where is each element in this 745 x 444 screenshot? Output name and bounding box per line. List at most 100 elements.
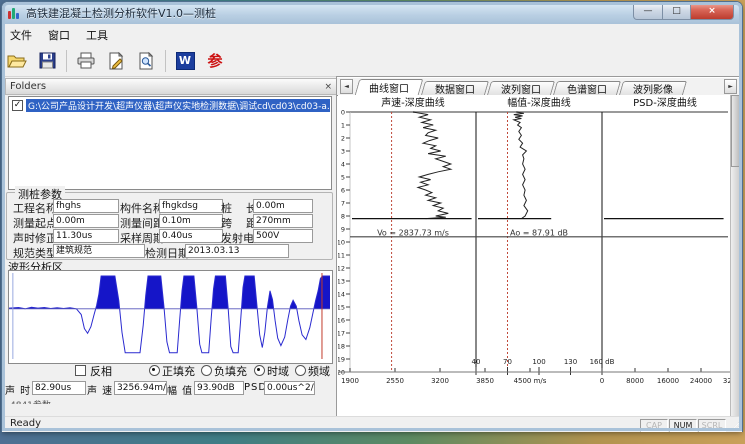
sound-speed-label: 声 速 (87, 382, 113, 397)
sound-time-label: 声 时 (5, 382, 31, 397)
open-file-button[interactable] (3, 48, 31, 74)
tab-label: 曲线窗口 (369, 80, 409, 95)
scrl-indicator: SCRL (698, 419, 726, 432)
tab-wavetrain-window[interactable]: 波列窗口 (489, 81, 553, 95)
svg-text:14: 14 (338, 291, 345, 299)
sound-speed-value[interactable]: 3256.94m/s (114, 381, 167, 395)
toolbar-separator (66, 50, 67, 72)
tab-scroll-right-icon[interactable]: ► (724, 79, 737, 94)
status-text: Ready (10, 418, 41, 429)
tab-scroll-left-icon[interactable]: ◄ (340, 79, 353, 94)
svg-text:100: 100 (532, 358, 545, 366)
file-path-label: G:\公司产品设计开发\超声仪器\超声仪实地检测数据\调试cd\cd03\cd0… (26, 99, 330, 112)
save-button[interactable] (33, 48, 61, 74)
scrollbar-thumb[interactable] (731, 95, 741, 167)
file-checkbox[interactable]: ✓ (12, 100, 23, 111)
invert-checkbox[interactable] (75, 365, 86, 376)
toolbar-separator (165, 50, 166, 72)
title-bar[interactable]: 高铁建混凝土检测分析软件V1.0—测桩 — □ × (2, 2, 742, 24)
tab-strip: ◄ 曲线窗口 数据窗口 波列窗口 色谱窗口 波列影像 ► (337, 78, 740, 96)
svg-text:3850: 3850 (476, 377, 494, 385)
pile-params-groupbox: 测桩参数 工程名称 fhghs 构件名称 fhgkdsg 桩 长 0.00m 测… (6, 192, 333, 260)
menu-tools[interactable]: 工具 (78, 25, 116, 45)
field-value[interactable]: fhgkdsg (159, 199, 223, 213)
maximize-button[interactable]: □ (663, 2, 691, 20)
word-icon: W (176, 52, 195, 70)
svg-text:3: 3 (341, 148, 345, 156)
field-value[interactable]: 0.00m (53, 214, 119, 228)
tab-label: 波列影像 (633, 81, 673, 96)
positive-fill-radio[interactable] (149, 365, 160, 376)
field-value[interactable]: 0.10m (159, 214, 223, 228)
resize-grip[interactable] (729, 419, 741, 431)
folders-close-icon[interactable]: × (324, 82, 332, 92)
field-value[interactable]: 0.00m (253, 199, 313, 213)
svg-text:12: 12 (338, 265, 345, 273)
menu-bar: 文件 窗口 工具 (2, 24, 742, 46)
svg-text:18: 18 (338, 343, 345, 351)
field-value[interactable]: 11.30us (53, 229, 119, 243)
svg-text:1: 1 (341, 122, 345, 130)
field-value[interactable]: fhghs (53, 199, 119, 213)
field-value[interactable]: 建筑规范 (53, 244, 145, 258)
svg-text:4: 4 (341, 161, 345, 169)
field-label: 测量起点 (13, 215, 57, 231)
svg-text:16000: 16000 (657, 377, 679, 385)
field-label: 跨 距 (221, 215, 257, 231)
minimize-button[interactable]: — (633, 2, 663, 20)
print-preview-button[interactable] (132, 48, 160, 74)
clipped-text: 4841参数 (10, 398, 80, 404)
print-button[interactable] (72, 48, 100, 74)
field-value[interactable]: 2013.03.13 (185, 244, 289, 258)
folders-panel-header[interactable]: Folders × (5, 78, 337, 95)
svg-text:7: 7 (341, 200, 345, 208)
parameters-icon: 参 (207, 50, 222, 71)
tab-curve-window[interactable]: 曲线窗口 (357, 79, 421, 95)
svg-text:0: 0 (341, 109, 345, 117)
time-domain-radio[interactable] (254, 365, 265, 376)
negative-fill-radio[interactable] (201, 365, 212, 376)
field-value[interactable]: 500V (253, 229, 313, 243)
toolbar: W 参 (2, 45, 742, 77)
svg-text:5: 5 (341, 174, 345, 182)
tab-data-window[interactable]: 数据窗口 (423, 81, 487, 95)
list-item[interactable]: ✓ G:\公司产品设计开发\超声仪器\超声仪实地检测数据\调试cd\cd03\c… (10, 98, 330, 112)
freq-domain-label: 频域 (308, 363, 330, 379)
svg-text:6: 6 (341, 187, 345, 195)
tab-label: 波列窗口 (501, 81, 541, 96)
svg-text:0: 0 (600, 377, 604, 385)
svg-text:13: 13 (338, 278, 345, 286)
field-label: 桩 长 (221, 200, 257, 216)
export-word-button[interactable]: W (171, 48, 199, 74)
waveform-canvas (9, 271, 330, 361)
tab-wavetrain-image[interactable]: 波列影像 (621, 81, 685, 95)
sound-time-value[interactable]: 82.90us (32, 381, 86, 395)
field-value[interactable]: 270mm (253, 214, 313, 228)
window-title: 高铁建混凝土检测分析软件V1.0—测桩 (26, 5, 216, 21)
tab-spectrum-window[interactable]: 色谱窗口 (555, 81, 619, 95)
printer-icon (76, 52, 96, 69)
svg-text:声速-深度曲线: 声速-深度曲线 (381, 96, 445, 109)
svg-text:8000: 8000 (626, 377, 644, 385)
menu-file[interactable]: 文件 (2, 25, 40, 45)
svg-text:2550: 2550 (386, 377, 404, 385)
file-list[interactable]: ✓ G:\公司产品设计开发\超声仪器\超声仪实地检测数据\调试cd\cd03\c… (8, 96, 332, 190)
svg-text:16: 16 (338, 317, 345, 325)
field-label: 声时修正 (13, 230, 57, 246)
status-bar: Ready CAP NUM SCRL (2, 416, 742, 432)
depth-curves-chart[interactable]: 01234567891011121314151617181920声速-深度曲线V… (338, 95, 731, 416)
menu-window[interactable]: 窗口 (40, 25, 78, 45)
parameters-button[interactable]: 参 (201, 48, 229, 74)
positive-fill-label: 正填充 (162, 363, 195, 379)
psd-value[interactable]: 0.00us^2/m (264, 381, 315, 395)
amplitude-value[interactable]: 93.90dB (194, 381, 244, 395)
waveform-box[interactable] (8, 270, 333, 364)
vertical-scrollbar[interactable] (730, 95, 739, 416)
field-value[interactable]: 0.40us (159, 229, 223, 243)
freq-domain-radio[interactable] (295, 365, 306, 376)
svg-text:19: 19 (338, 356, 345, 364)
svg-text:9: 9 (341, 226, 345, 234)
svg-text:24000: 24000 (690, 377, 712, 385)
close-button[interactable]: × (691, 2, 734, 20)
print-setup-button[interactable] (102, 48, 130, 74)
